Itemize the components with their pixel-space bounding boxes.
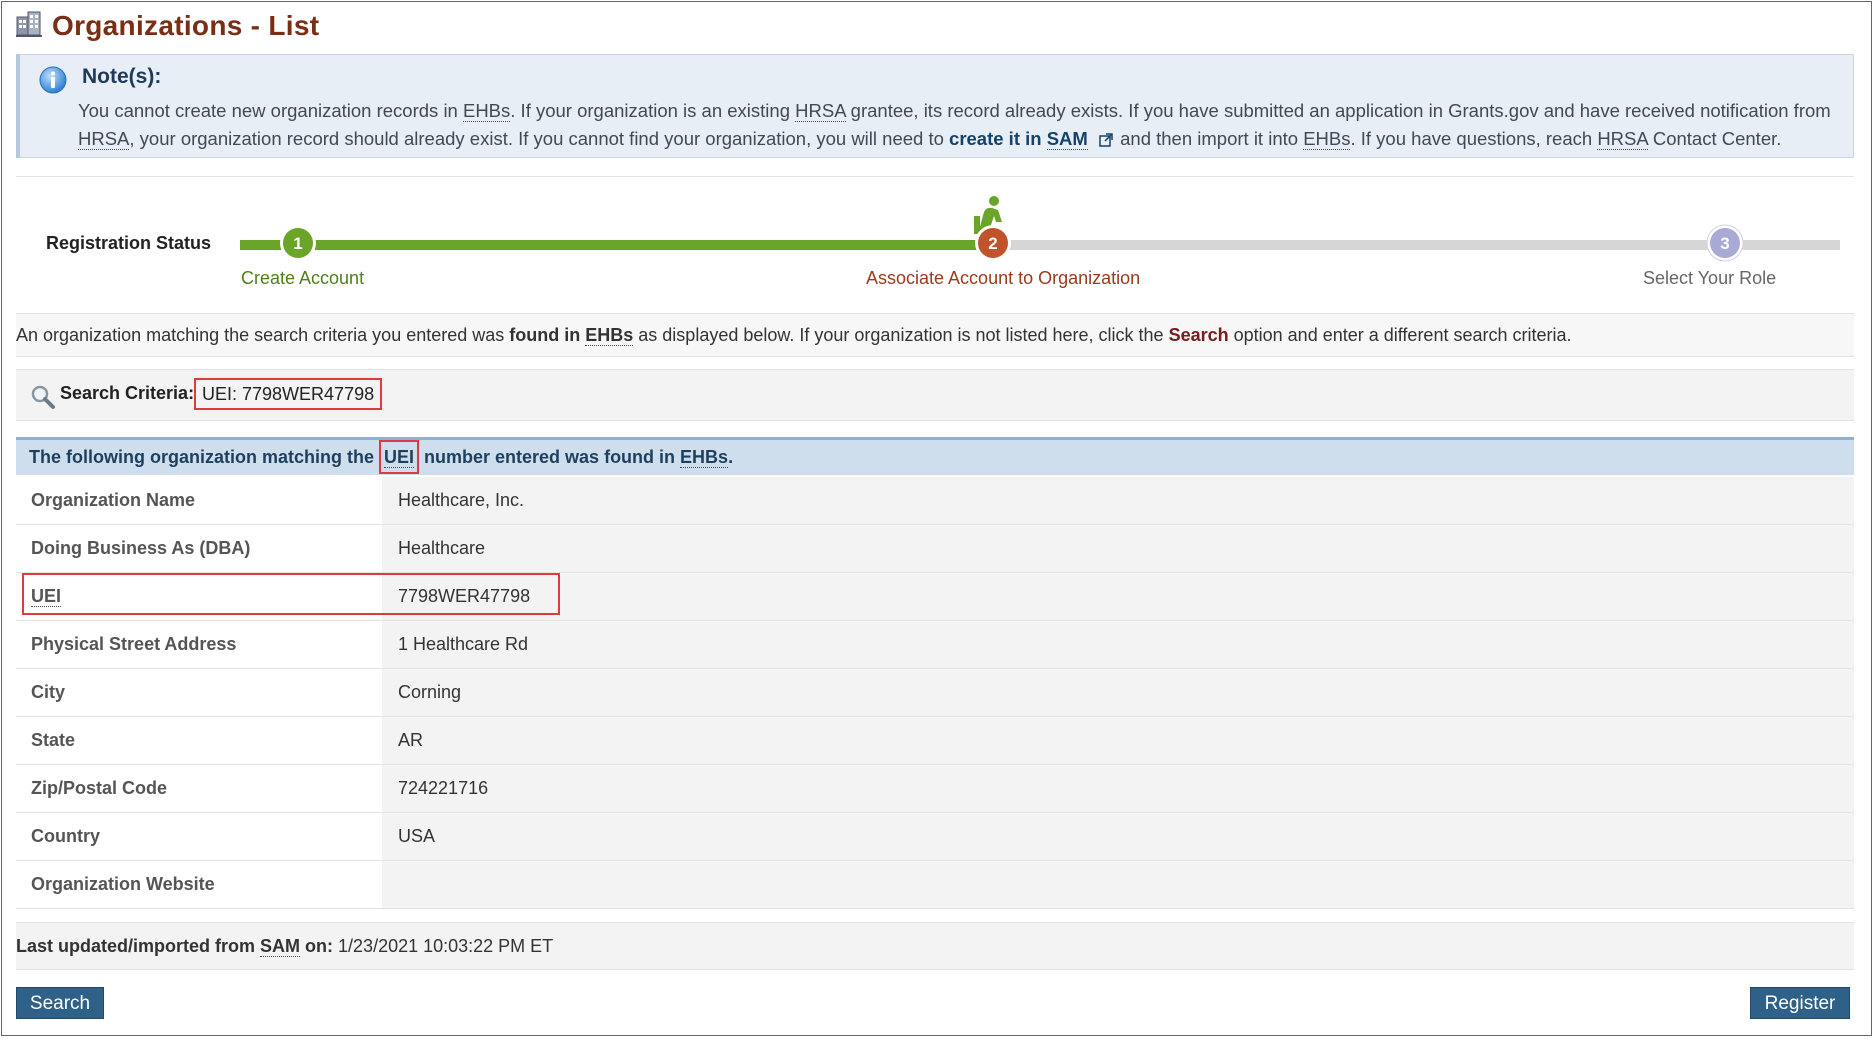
ehbs-abbr: EHBs (1303, 128, 1351, 150)
message-text: An organization matching the search crit… (16, 325, 510, 345)
page-header: Organizations - List (14, 8, 319, 44)
progress-track-completed (240, 240, 990, 250)
step-2-label: Associate Account to Organization (866, 268, 1141, 288)
organization-building-icon (14, 9, 44, 44)
banner-text: . (728, 447, 734, 467)
table-row: Doing Business As (DBA) Healthcare (16, 525, 1854, 573)
table-row: Zip/Postal Code 724221716 (16, 765, 1854, 813)
create-in-sam-link[interactable]: create it in SAM (949, 128, 1088, 150)
field-value: USA (382, 813, 1854, 860)
field-value: Healthcare, Inc. (382, 477, 1854, 524)
field-label: Physical Street Address (16, 621, 382, 668)
banner-text: number entered was found in (419, 447, 681, 467)
message-text: as displayed below. If your organization… (633, 325, 1169, 345)
hrsa-abbr: HRSA (78, 128, 130, 150)
note-text-segment: . If your organization is an existing (510, 100, 796, 121)
registration-status-label: Registration Status (46, 233, 212, 253)
field-label: Country (16, 813, 382, 860)
last-updated-label: Last updated/imported from (16, 936, 261, 956)
last-updated-value: 1/23/2021 10:03:22 PM ET (338, 936, 554, 956)
table-row: Physical Street Address 1 Healthcare Rd (16, 621, 1854, 669)
step-2-badge: 2 (974, 224, 1012, 267)
banner-text: The following organization matching the (29, 447, 379, 467)
search-criteria-value: UEI: 7798WER47798 (194, 378, 382, 410)
field-label: City (16, 669, 382, 716)
table-row: Organization Name Healthcare, Inc. (16, 477, 1854, 525)
page-title: Organizations - List (52, 10, 320, 41)
search-criteria-row: Search Criteria: UEI: 7798WER47798 (16, 369, 1854, 421)
result-message: An organization matching the search crit… (16, 313, 1854, 357)
message-text: option and enter a different search crit… (1228, 325, 1572, 345)
last-updated-row: Last updated/imported from SAM on: 1/23/… (16, 922, 1854, 970)
field-value: 7798WER47798 (382, 573, 1854, 620)
hrsa-abbr: HRSA (795, 100, 846, 122)
note-text-segment: and then import it into (1114, 128, 1304, 149)
external-link-icon[interactable] (1099, 127, 1113, 155)
ehbs-abbr: EHBs (585, 325, 634, 346)
ehbs-abbr: EHBs (462, 100, 511, 122)
step-3-number: 3 (1720, 234, 1729, 253)
note-text-segment: grantee, its record already exists. If y… (845, 100, 1831, 121)
step-1-badge: 1 (279, 224, 317, 267)
note-panel: Note(s): You cannot create new organizat… (16, 54, 1854, 158)
field-value: Corning (382, 669, 1854, 716)
field-label: State (16, 717, 382, 764)
field-label: Organization Name (16, 477, 382, 524)
table-row: State AR (16, 717, 1854, 765)
search-button[interactable]: Search (16, 987, 104, 1019)
create-link-text: create it in (949, 128, 1047, 149)
field-value: AR (382, 717, 1854, 764)
note-text-segment: Contact Center. (1647, 128, 1782, 149)
step-3-label: Select Your Role (1643, 268, 1777, 288)
search-criteria-label: Search Criteria: (60, 383, 195, 403)
message-search-keyword: Search (1168, 325, 1229, 345)
table-row: Country USA (16, 813, 1854, 861)
ehbs-abbr: EHBs (680, 447, 729, 468)
register-button[interactable]: Register (1750, 987, 1850, 1019)
note-heading: Note(s): (82, 65, 162, 88)
field-value: 1 Healthcare Rd (382, 621, 1854, 668)
note-text-segment: You cannot create new organization recor… (78, 100, 463, 121)
note-text-segment: . If you have questions, reach (1350, 128, 1598, 149)
field-label: Doing Business As (DBA) (16, 525, 382, 572)
step-1-label: Create Account (241, 268, 365, 288)
step-3-badge: 3 (1706, 224, 1744, 267)
magnifier-icon (30, 384, 56, 415)
message-found-text: found in (509, 325, 586, 345)
uei-abbr: UEI (384, 447, 415, 468)
step-2-number: 2 (988, 234, 997, 253)
note-text-segment: , your organization record should alread… (129, 128, 950, 149)
hrsa-abbr: HRSA (1597, 128, 1648, 150)
sam-abbr: SAM (260, 936, 301, 957)
field-value: 724221716 (382, 765, 1854, 812)
note-text: You cannot create new organization recor… (78, 97, 1838, 155)
field-value (382, 861, 1854, 908)
found-organization-banner: The following organization matching the … (16, 437, 1854, 475)
sam-abbr: SAM (1046, 128, 1088, 150)
field-value: Healthcare (382, 525, 1854, 572)
table-row: City Corning (16, 669, 1854, 717)
uei-highlight: UEI (379, 440, 420, 474)
uei-row-highlight (22, 573, 560, 615)
step-1-number: 1 (293, 234, 302, 253)
table-row: Organization Website (16, 861, 1854, 909)
field-label: Organization Website (16, 861, 382, 908)
last-updated-label: on: (300, 936, 334, 956)
organization-details-table: Organization Name Healthcare, Inc. Doing … (16, 477, 1854, 909)
info-icon (38, 65, 68, 100)
field-label: Zip/Postal Code (16, 765, 382, 812)
